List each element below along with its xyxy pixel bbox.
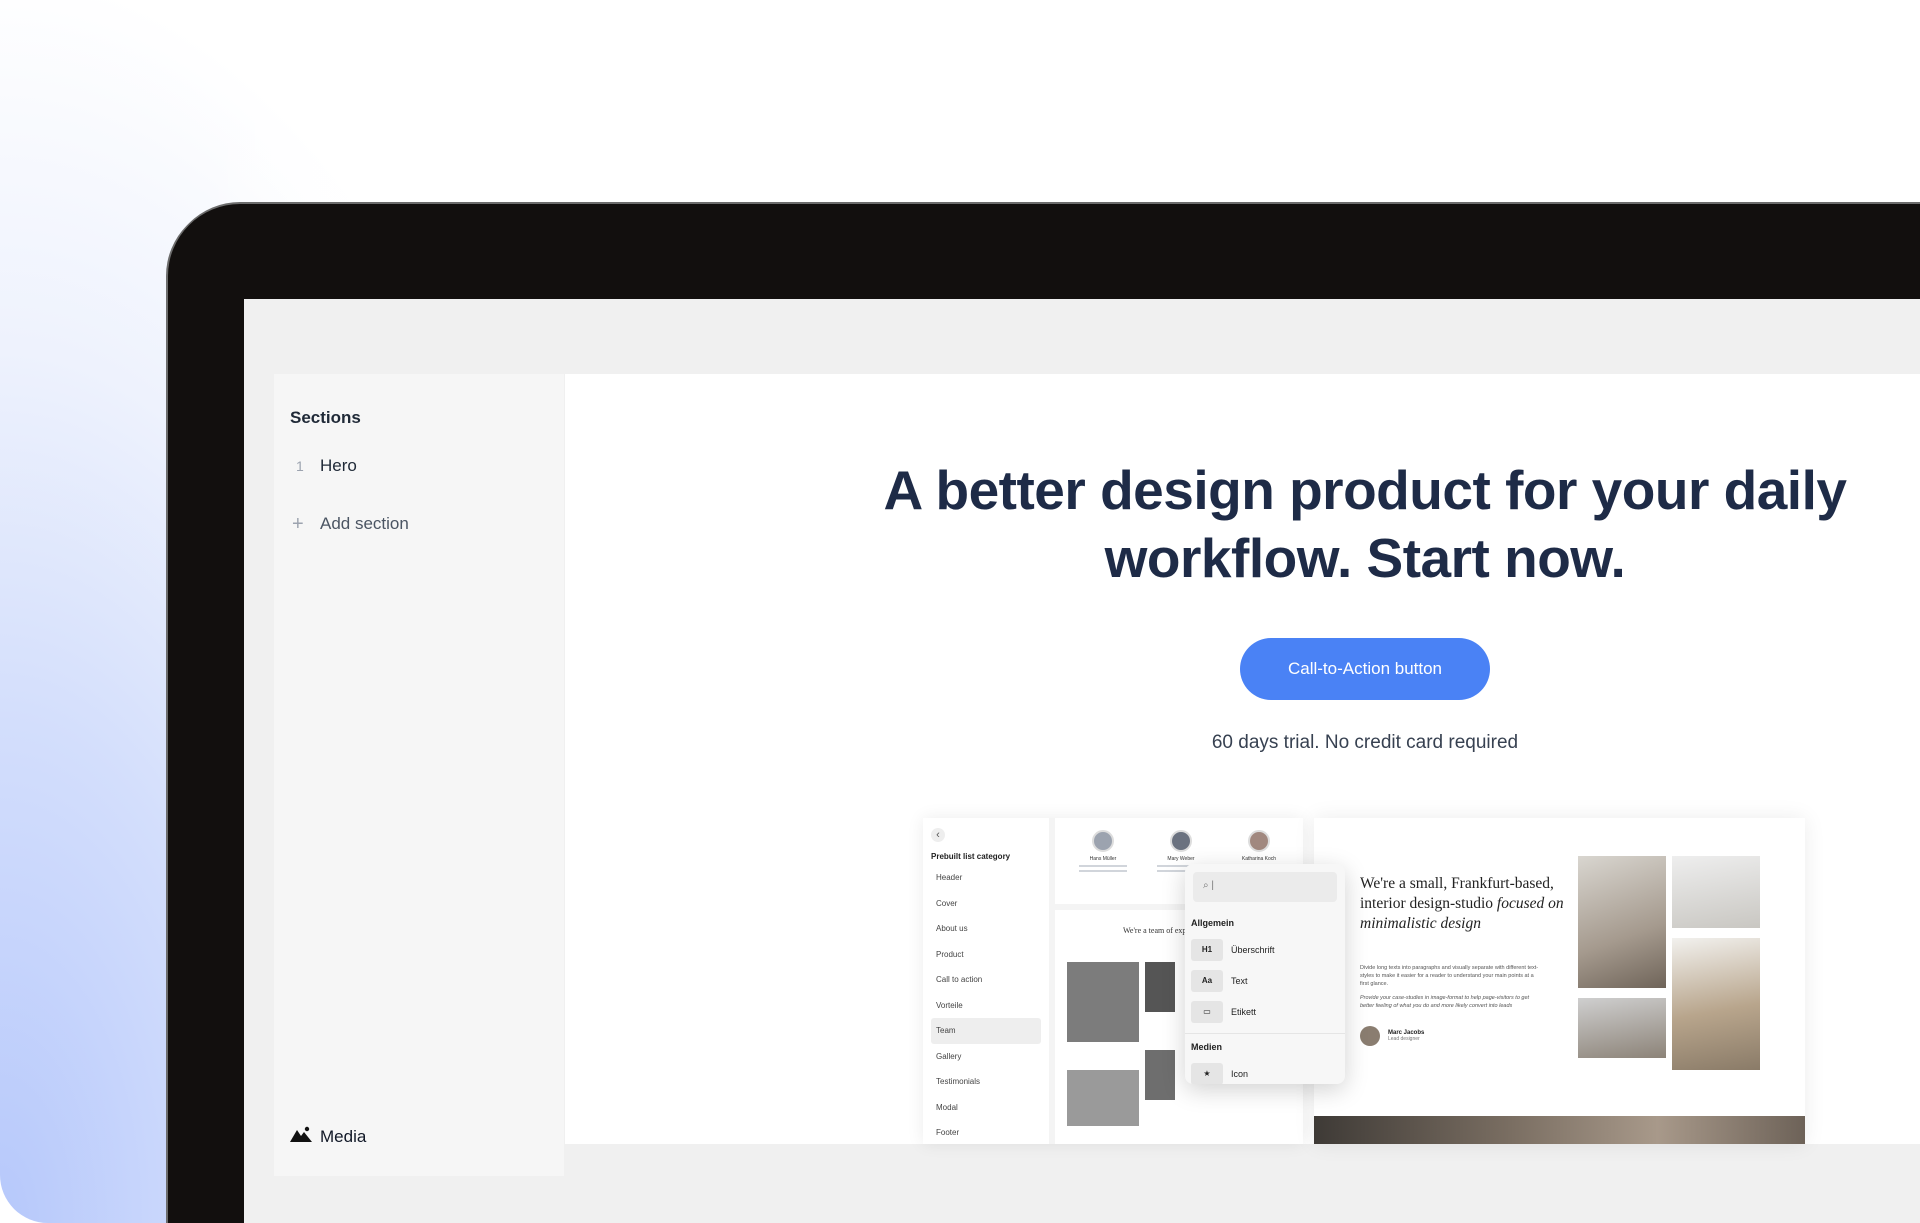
section-index: 1 — [296, 458, 304, 474]
headline-line-2: workflow. Start now. — [1104, 527, 1626, 589]
avatar — [1170, 830, 1192, 852]
mockup-team-heading: We're a team of exp — [1123, 926, 1187, 935]
add-section-button[interactable]: + Add section — [290, 514, 409, 534]
media-button[interactable]: Media — [290, 1126, 366, 1147]
hero-subtext[interactable]: 60 days trial. No credit card required — [1065, 732, 1665, 754]
plus-icon: + — [292, 513, 304, 535]
mockup-list-title: Prebuilt list category — [931, 852, 1011, 861]
portrait-photo — [1067, 962, 1139, 1042]
mockup-studio-preview: We're a small, Frankfurt-based, interior… — [1314, 818, 1805, 1144]
mockup-element-picker: ⌕ | Allgemein H1 Überschrift Aa Text ▭ E… — [1185, 864, 1345, 1084]
portrait-photo — [1145, 962, 1175, 1012]
picker-item: ▭ Etikett — [1185, 996, 1345, 1027]
list-item: Footer — [936, 1128, 960, 1137]
interior-photo — [1672, 938, 1760, 1070]
mockup-list-items: Header Cover About us Product Call to ac… — [931, 865, 1041, 1144]
studio-heading: We're a small, Frankfurt-based, interior… — [1360, 875, 1564, 932]
media-label: Media — [320, 1126, 367, 1146]
list-item: Product — [936, 949, 964, 959]
heading-icon: H1 — [1191, 938, 1223, 961]
picker-item: ★ Icon — [1185, 1058, 1345, 1084]
list-item: Testimonials — [936, 1077, 981, 1086]
picker-item: Aa Text — [1185, 965, 1345, 996]
sidebar-title: Sections — [290, 408, 361, 427]
list-item: Vorteile — [936, 1000, 963, 1010]
mountain-image-icon — [290, 1126, 320, 1147]
avatar — [1092, 830, 1114, 852]
list-item: About us — [936, 924, 968, 933]
list-item: Cover — [936, 898, 958, 908]
chevron-left-icon: ‹ — [931, 828, 945, 842]
avatar — [1360, 1026, 1380, 1046]
sections-sidebar: Sections 1 Hero + Add section Media — [274, 374, 564, 1176]
portrait-photo — [1067, 1070, 1139, 1126]
list-item: Modal — [936, 1102, 958, 1112]
search-icon: ⌕ — [1203, 880, 1209, 891]
interior-banner-photo — [1314, 1116, 1805, 1144]
add-section-label: Add section — [320, 514, 409, 533]
picker-group-heading: Allgemein — [1191, 918, 1235, 928]
mockup-category-list: ‹ Prebuilt list category Header Cover Ab… — [923, 818, 1049, 1144]
interior-photo — [1578, 998, 1666, 1058]
headline-line-1: A better design product for your daily — [883, 459, 1847, 521]
picker-group-heading: Medien — [1185, 1033, 1345, 1058]
section-item-hero[interactable]: 1 Hero — [290, 456, 357, 476]
list-item: Call to action — [936, 975, 983, 984]
picker-item: H1 Überschrift — [1185, 934, 1345, 965]
text-icon: Aa — [1191, 969, 1223, 992]
studio-author: Marc Jacobs Lead designer — [1360, 1026, 1424, 1046]
section-label: Hero — [320, 456, 357, 475]
studio-body: Divide long texts into paragraphs and vi… — [1360, 965, 1539, 1009]
star-icon: ★ — [1191, 1062, 1223, 1084]
avatar — [1248, 830, 1270, 852]
list-item: Gallery — [936, 1051, 962, 1061]
picker-search-input: ⌕ | — [1193, 872, 1337, 902]
mockup-person: Hans Müller — [1073, 830, 1133, 872]
list-item: Header — [936, 873, 963, 882]
interior-photo — [1672, 856, 1760, 928]
label-icon: ▭ — [1191, 1000, 1223, 1023]
portrait-photo — [1145, 1050, 1175, 1100]
interior-photo — [1578, 856, 1666, 988]
hero-headline[interactable]: A better design product for your daily w… — [865, 456, 1865, 592]
list-item-active: Team — [931, 1018, 1041, 1044]
call-to-action-button[interactable]: Call-to-Action button — [1240, 638, 1490, 700]
editor-canvas: A better design product for your daily w… — [565, 374, 1920, 1144]
